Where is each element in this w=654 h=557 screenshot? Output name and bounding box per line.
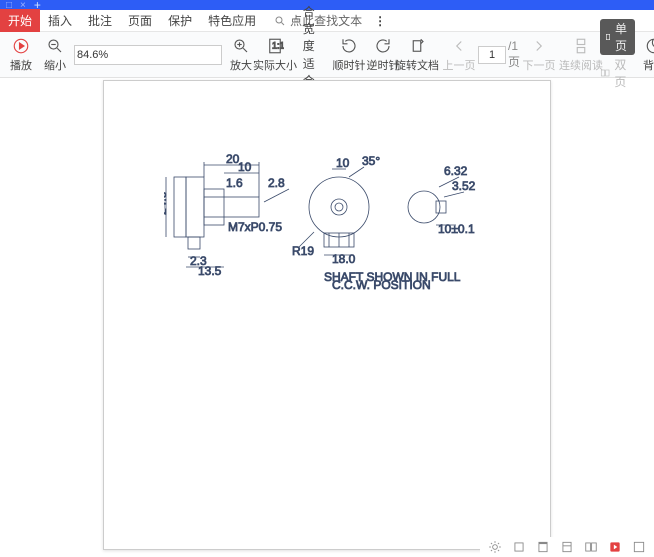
- svg-text:C.C.W. POSITION: C.C.W. POSITION: [332, 278, 431, 292]
- tab-start[interactable]: 开始: [0, 9, 40, 32]
- svg-text:10: 10: [336, 156, 350, 170]
- tab-page[interactable]: 页面: [120, 9, 160, 32]
- document-viewport[interactable]: 20 10 1.6 24.6 2.3 13.5 M7xP0.75 2.8 10: [0, 78, 654, 557]
- single-page-button[interactable]: 单页: [600, 19, 635, 55]
- svg-text:10: 10: [238, 160, 252, 174]
- svg-text:1:1: 1:1: [272, 40, 284, 50]
- svg-text:3.52: 3.52: [452, 179, 476, 193]
- page-number-input[interactable]: [478, 46, 506, 64]
- pdf-page: 20 10 1.6 24.6 2.3 13.5 M7xP0.75 2.8 10: [103, 80, 551, 550]
- search-more[interactable]: ⋮: [366, 11, 394, 31]
- page-total: /1页: [508, 39, 520, 70]
- zoom-in-icon: [232, 37, 250, 55]
- double-page-button[interactable]: 双页: [600, 56, 635, 90]
- rotate-doc-button[interactable]: 旋转文档: [402, 35, 432, 75]
- search-icon: [274, 15, 286, 27]
- technical-drawing: 20 10 1.6 24.6 2.3 13.5 M7xP0.75 2.8 10: [164, 147, 484, 297]
- svg-text:R19: R19: [292, 244, 314, 258]
- play-icon: [12, 37, 30, 55]
- background-button[interactable]: 背景: [639, 35, 654, 75]
- single-page-icon: [604, 31, 612, 43]
- zoom-out-icon: [46, 37, 64, 55]
- fit-width-icon: [294, 14, 299, 26]
- continuous-read-button[interactable]: 连续阅读: [566, 35, 596, 75]
- continuous-icon: [572, 37, 590, 55]
- play-status-icon[interactable]: [608, 540, 622, 554]
- next-page-icon: [530, 37, 548, 55]
- page-mode-group: 单页 双页: [600, 19, 635, 90]
- prev-page-icon: [450, 37, 468, 55]
- ribbon-tabs: 开始 插入 批注 页面 保护 特色应用 点此查找文本 ⋮: [0, 10, 654, 32]
- svg-text:24.6: 24.6: [164, 191, 169, 215]
- tab-annotate[interactable]: 批注: [80, 9, 120, 32]
- rotate-ccw-button[interactable]: 逆时针: [368, 35, 398, 75]
- toolbar: 播放 缩小 放大 1:1 实际大小 适合宽度 适合页面 顺时针 逆时针 旋转文档: [0, 32, 654, 78]
- svg-text:35°: 35°: [362, 154, 380, 168]
- next-page-button[interactable]: 下一页: [524, 35, 554, 75]
- fullscreen-icon[interactable]: [632, 540, 646, 554]
- zoom-in-button[interactable]: 放大: [226, 35, 256, 75]
- zoom-select[interactable]: [74, 45, 222, 65]
- svg-text:6.32: 6.32: [444, 164, 468, 178]
- zoom-out-button[interactable]: 缩小: [40, 35, 70, 75]
- actual-size-icon: 1:1: [266, 37, 284, 55]
- book-view-icon[interactable]: [584, 540, 598, 554]
- tab-special[interactable]: 特色应用: [200, 9, 264, 32]
- actual-size-button[interactable]: 1:1 实际大小: [260, 35, 290, 75]
- rotate-doc-icon: [408, 37, 426, 55]
- svg-text:2.8: 2.8: [268, 176, 285, 190]
- status-bar: [480, 537, 654, 557]
- tab-insert[interactable]: 插入: [40, 9, 80, 32]
- play-button[interactable]: 播放: [6, 35, 36, 75]
- svg-text:13.5: 13.5: [198, 264, 222, 278]
- view-mode-b-icon[interactable]: [536, 540, 550, 554]
- rotate-cw-icon: [340, 37, 358, 55]
- svg-text:M7xP0.75: M7xP0.75: [228, 220, 282, 234]
- tab-protect[interactable]: 保护: [160, 9, 200, 32]
- view-mode-a-icon[interactable]: [512, 540, 526, 554]
- rotate-ccw-icon: [374, 37, 392, 55]
- svg-text:10±0.1: 10±0.1: [438, 222, 475, 236]
- view-mode-c-icon[interactable]: [560, 540, 574, 554]
- moon-icon: [645, 37, 654, 55]
- search-box[interactable]: 点此查找文本 ⋮: [274, 11, 394, 31]
- svg-text:18.0: 18.0: [332, 252, 356, 266]
- brightness-icon[interactable]: [488, 540, 502, 554]
- rotate-cw-button[interactable]: 顺时针: [334, 35, 364, 75]
- double-page-icon: [600, 67, 610, 79]
- fit-width-button[interactable]: 适合宽度: [294, 0, 322, 54]
- page-control: /1页: [478, 39, 520, 70]
- prev-page-button[interactable]: 上一页: [444, 35, 474, 75]
- svg-text:1.6: 1.6: [226, 176, 243, 190]
